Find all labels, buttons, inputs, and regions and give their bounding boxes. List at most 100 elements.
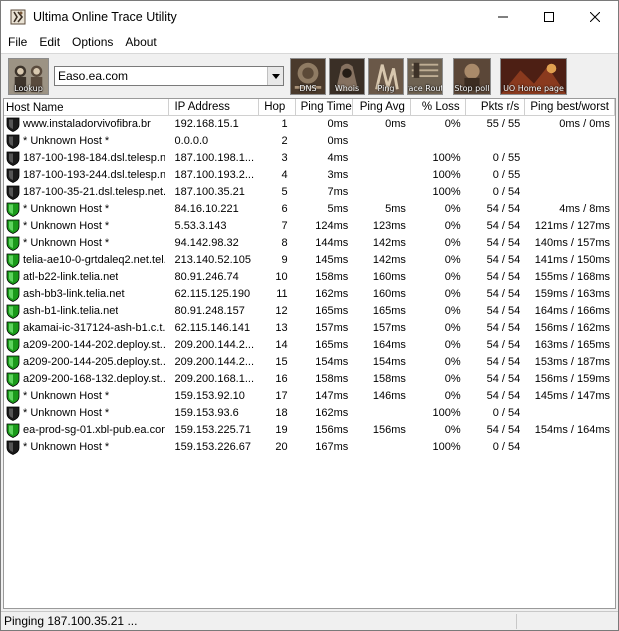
table-row[interactable]: ea-prod-sg-01.xbl-pub.ea.com 159.153.225.… [4,422,615,439]
status-text: Pinging 187.100.35.21 ... [4,614,138,628]
ip-cell: 187.100.198.1... [174,152,255,164]
table-row[interactable]: 187-100-35-21.dsl.telesp.net... 187.100.3… [4,184,615,201]
table-row[interactable]: www.instaladorvivofibra.br 192.168.15.1 1 0… [4,116,615,133]
loss-cell: 0% [444,356,461,368]
ping-time-cell: 0ms [327,118,349,130]
menu-file[interactable]: File [1,32,33,53]
menu-edit[interactable]: Edit [33,32,66,53]
host-input[interactable]: Easo.ea.com [55,69,267,83]
ip-cell: 80.91.246.74 [174,271,239,283]
column-header-pkts[interactable]: Pkts r/s [466,99,526,116]
ping-time-cell: 147ms [315,390,349,402]
pkts-cell: 0 / 55 [492,152,521,164]
host-cell: atl-b22-link.telia.net [4,269,170,286]
column-header-ip[interactable]: IP Address [169,99,260,116]
table-row[interactable]: ash-bb3-link.telia.net 62.115.125.190 11 16… [4,286,615,303]
uo-home-page-button[interactable]: UO Home page [500,58,567,95]
best-worst-cell [525,133,615,150]
ping-label: Ping [377,84,395,93]
ip-cell: 187.100.35.21 [174,186,245,198]
whois-button[interactable]: Whois [329,58,365,95]
ping-button[interactable]: Ping [368,58,404,95]
hop-cell: 16 [275,373,288,385]
table-row[interactable]: a209-200-168-132.deploy.st... 209.200.168… [4,371,615,388]
ip-cell: 209.200.144.2... [174,339,255,351]
menu-options[interactable]: Options [66,32,119,53]
hop-cell: 3 [281,152,288,164]
trace-route-button[interactable]: Trace Route [407,58,443,95]
column-header-ping-avg[interactable]: Ping Avg [353,99,411,116]
column-header-hop[interactable]: Hop [259,99,296,116]
stop-poll-button[interactable]: Stop poll [453,58,491,95]
shield-up-icon [6,304,20,319]
host-cell: akamai-ic-317124-ash-b1.c.t... [4,320,170,337]
table-row[interactable]: akamai-ic-317124-ash-b1.c.t... 62.115.146… [4,320,615,337]
hop-cell: 9 [281,254,288,266]
close-button[interactable] [572,1,618,32]
ping-time-cell: 162ms [315,407,349,419]
host-combo[interactable]: Easo.ea.com [54,66,284,86]
window-title: Ultima Online Trace Utility [33,9,177,24]
shield-down-icon [6,168,20,183]
ip-cell: 159.153.92.10 [174,390,245,402]
chevron-down-icon [271,73,280,79]
host-name: * Unknown Host * [23,390,110,402]
maximize-button[interactable] [526,1,572,32]
column-header-ping-time[interactable]: Ping Time [296,99,354,116]
ping-avg-cell: 164ms [372,339,406,351]
table-header: Host Name IP Address Hop Ping Time Ping … [4,99,615,116]
pkts-cell: 0 / 55 [492,169,521,181]
column-header-loss[interactable]: % Loss [411,99,466,116]
ip-cell: 187.100.193.2... [174,169,255,181]
table-row[interactable]: a209-200-144-202.deploy.st... 209.200.144… [4,337,615,354]
best-worst-cell: 141ms / 150ms [534,254,610,266]
ping-time-cell: 4ms [327,152,349,164]
table-row[interactable]: * Unknown Host * 5.53.3.143 7 124ms 123ms 0% 5… [4,218,615,235]
minimize-button[interactable] [480,1,526,32]
table-row[interactable]: * Unknown Host * 159.153.93.6 18 162ms 100% 0… [4,405,615,422]
lookup-button[interactable]: Lookup [8,58,49,95]
column-header-best-worst[interactable]: Ping best/worst [525,99,615,116]
menu-about[interactable]: About [119,32,162,53]
ping-avg-cell: 160ms [372,271,406,283]
best-worst-cell: 163ms / 165ms [534,339,610,351]
pkts-cell: 54 / 54 [486,373,521,385]
loss-cell: 0% [444,254,461,266]
whois-label: Whois [334,84,360,93]
table-row[interactable]: a209-200-144-205.deploy.st... 209.200.144… [4,354,615,371]
table-row[interactable]: 187-100-198-184.dsl.telesp.n... 187.100.1… [4,150,615,167]
table-row[interactable]: * Unknown Host * 0.0.0.0 2 0ms [4,133,615,150]
host-cell: a209-200-144-205.deploy.st... [4,354,170,371]
table-row[interactable]: telia-ae10-0-grtdaleq2.net.tel... 213.140… [4,252,615,269]
table-row[interactable]: atl-b22-link.telia.net 80.91.246.74 10 158m… [4,269,615,286]
hop-cell: 7 [281,220,288,232]
trace-table[interactable]: Host Name IP Address Hop Ping Time Ping … [3,98,616,609]
host-name: * Unknown Host * [23,237,110,249]
dropdown-arrow[interactable] [267,67,283,85]
table-row[interactable]: ash-b1-link.telia.net 80.91.248.157 12 165m… [4,303,615,320]
pkts-cell: 0 / 54 [492,441,521,453]
shield-up-icon [6,202,20,217]
column-header-host[interactable]: Host Name [4,99,170,116]
host-cell: 187-100-35-21.dsl.telesp.net... [4,184,170,201]
hop-cell: 20 [275,441,288,453]
shield-up-icon [6,219,20,234]
hop-cell: 8 [281,237,288,249]
loss-cell: 0% [444,305,461,317]
host-name: akamai-ic-317124-ash-b1.c.t... [23,322,165,334]
dns-button[interactable]: DNS [290,58,326,95]
table-row[interactable]: 187-100-193-244.dsl.telesp.n... 187.100.1… [4,167,615,184]
table-row[interactable]: * Unknown Host * 84.16.10.221 6 5ms 5ms 0% 54 … [4,201,615,218]
pkts-cell: 54 / 54 [486,254,521,266]
table-row[interactable]: * Unknown Host * 94.142.98.32 8 144ms 142ms 0… [4,235,615,252]
ping-time-cell: 158ms [315,271,349,283]
hop-cell: 15 [275,356,288,368]
loss-cell: 0% [444,220,461,232]
best-worst-cell: 156ms / 159ms [534,373,610,385]
table-row[interactable]: * Unknown Host * 159.153.92.10 17 147ms 146m… [4,388,615,405]
ping-time-cell: 157ms [315,322,349,334]
table-row[interactable]: * Unknown Host * 159.153.226.67 20 167ms 100… [4,439,615,456]
best-worst-cell: 164ms / 166ms [534,305,610,317]
ip-cell: 84.16.10.221 [174,203,239,215]
shield-down-icon [6,185,20,200]
